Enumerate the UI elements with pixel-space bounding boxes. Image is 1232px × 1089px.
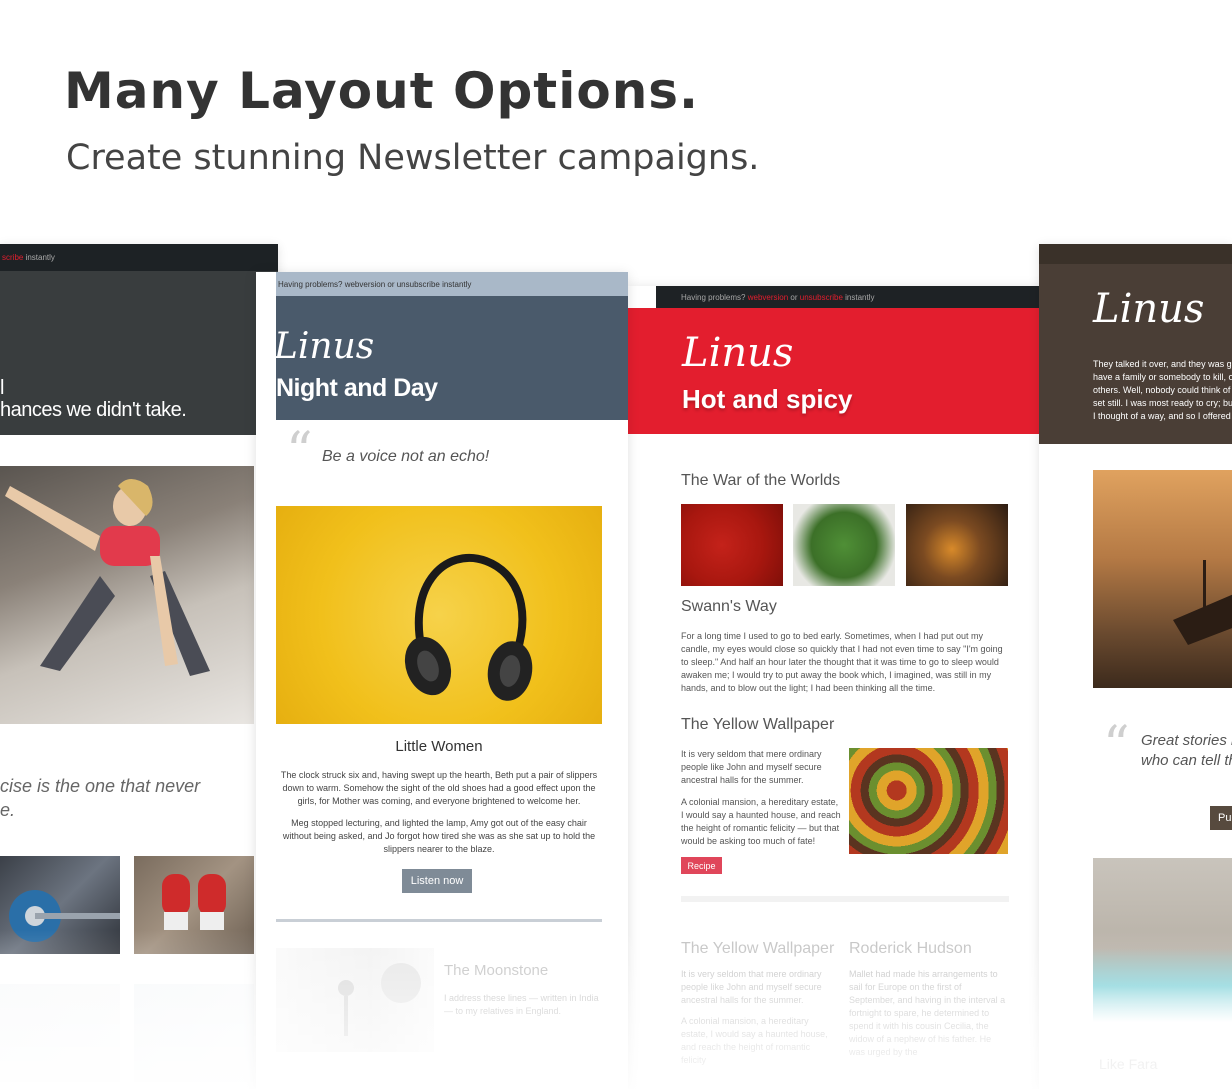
- section-paragraph: A colonial mansion, a hereditary estate,…: [681, 797, 841, 846]
- spices-market-photo: [849, 748, 1008, 854]
- recipe-button[interactable]: Recipe: [681, 857, 722, 874]
- topbar-text: scribe instantly: [2, 253, 55, 262]
- column-title: Roderick Hudson: [849, 940, 972, 957]
- chili-photo: [681, 504, 783, 586]
- page-subheadline: Create stunning Newsletter campaigns.: [66, 138, 760, 178]
- hero-title: Hot and spicy: [682, 384, 853, 414]
- section-title: Swann's Way: [681, 598, 777, 615]
- section-paragraph: It is very seldom that mere ordinary peo…: [681, 749, 822, 785]
- section-title: The War of the Worlds: [681, 472, 841, 489]
- hero-line1: l: [0, 377, 5, 399]
- quote-mark-icon: “: [286, 422, 313, 482]
- hero-line2: hances we didn't take.: [0, 399, 187, 421]
- moonstone-title: The Moonstone: [444, 962, 549, 979]
- section-paragraph: For a long time I used to go to bed earl…: [681, 631, 1003, 693]
- quote-text: Be a voice not an echo!: [322, 448, 490, 465]
- moonstone-text: I address these lines — written in India…: [444, 993, 599, 1016]
- column-title: The Yellow Wallpaper: [681, 940, 835, 957]
- singer-photo: [276, 948, 434, 1052]
- column-text: A colonial mansion, a hereditary estate,…: [681, 1016, 828, 1065]
- quote-mark-icon: “: [1103, 716, 1130, 776]
- quote-line: Great stories h: [1141, 732, 1232, 749]
- column-text: Mallet had made his arrangements to sail…: [849, 969, 1006, 1057]
- hero-banner: Linus They talked it over, and they was …: [1039, 264, 1232, 444]
- hero-banner: l hances we didn't take.: [0, 271, 278, 435]
- newsletter-preview-linus-brown: Linus They talked it over, and they was …: [1039, 244, 1232, 1089]
- faded-photo-left: [0, 984, 120, 1082]
- quote-text-2: e.: [0, 800, 16, 820]
- divider: [276, 919, 602, 922]
- topbar: Having problems? webversion or unsubscri…: [656, 286, 1062, 308]
- shipwreck-photo: [1093, 470, 1232, 688]
- read-button[interactable]: Pu: [1210, 806, 1232, 830]
- article-paragraph: The clock struck six and, having swept u…: [280, 770, 598, 806]
- article-paragraph: Meg stopped lecturing, and lighted the l…: [282, 818, 596, 854]
- hero-banner: Linus Hot and spicy: [628, 308, 1062, 434]
- listen-now-button[interactable]: Listen now: [402, 869, 472, 893]
- topbar-text: Having problems? webversion or unsubscri…: [278, 280, 472, 289]
- hero-title: Night and Day: [276, 374, 438, 402]
- topbar-text: Having problems? webversion or unsubscri…: [681, 293, 875, 302]
- column-text: It is very seldom that mere ordinary peo…: [681, 969, 822, 1005]
- newsletter-preview-fitness: scribe instantly l hances we didn't take…: [0, 244, 278, 1089]
- brand-logo: Linus: [682, 330, 794, 376]
- beach-photo: [1093, 858, 1232, 1022]
- herbs-photo: [793, 504, 895, 586]
- newsletter-preview-night-and-day: Having problems? webversion or unsubscri…: [256, 272, 628, 1089]
- topbar: Having problems? webversion or unsubscri…: [276, 272, 628, 296]
- divider: [681, 896, 1009, 902]
- unsubscribe-link[interactable]: scribe: [2, 253, 23, 262]
- quote-line: who can tell th: [1141, 752, 1232, 769]
- hero-banner: Linus Night and Day: [274, 296, 628, 420]
- topbar: scribe instantly: [0, 244, 278, 271]
- webversion-link[interactable]: webversion: [748, 293, 788, 302]
- microphone-icon: [338, 963, 421, 1036]
- footer-text: Like Fara: [1099, 1056, 1158, 1072]
- quote-text: cise is the one that never: [0, 776, 201, 796]
- brand-logo: Linus: [274, 326, 375, 367]
- brand-logo: Linus: [1093, 286, 1205, 332]
- article-title: Little Women: [395, 738, 483, 755]
- spice-bowl-photo: [906, 504, 1008, 586]
- headphones-photo: [276, 506, 602, 724]
- unsubscribe-link[interactable]: unsubscribe: [800, 293, 843, 302]
- headphones-icon: [404, 553, 533, 701]
- topbar: [1039, 244, 1232, 264]
- fitness-photo: [0, 466, 254, 724]
- newsletter-preview-hot-and-spicy: Having problems? webversion or unsubscri…: [628, 286, 1062, 1089]
- athlete-figure-icon: [5, 479, 210, 676]
- ship-icon: [1173, 560, 1232, 645]
- section-title: The Yellow Wallpaper: [681, 716, 835, 733]
- faded-photo-right: [134, 984, 254, 1082]
- bottom-right-column: Roderick Hudson Mallet had made his arra…: [849, 940, 1009, 1059]
- weights-photo: [0, 856, 120, 954]
- bottom-left-column: The Yellow Wallpaper It is very seldom t…: [681, 940, 837, 1067]
- barbell-icon: [9, 890, 120, 942]
- boxing-glove-icon: [162, 874, 226, 930]
- boxing-gloves-photo: [134, 856, 254, 954]
- page-headline: Many Layout Options.: [64, 62, 700, 120]
- intro-paragraph: They talked it over, and they was going …: [1093, 359, 1232, 421]
